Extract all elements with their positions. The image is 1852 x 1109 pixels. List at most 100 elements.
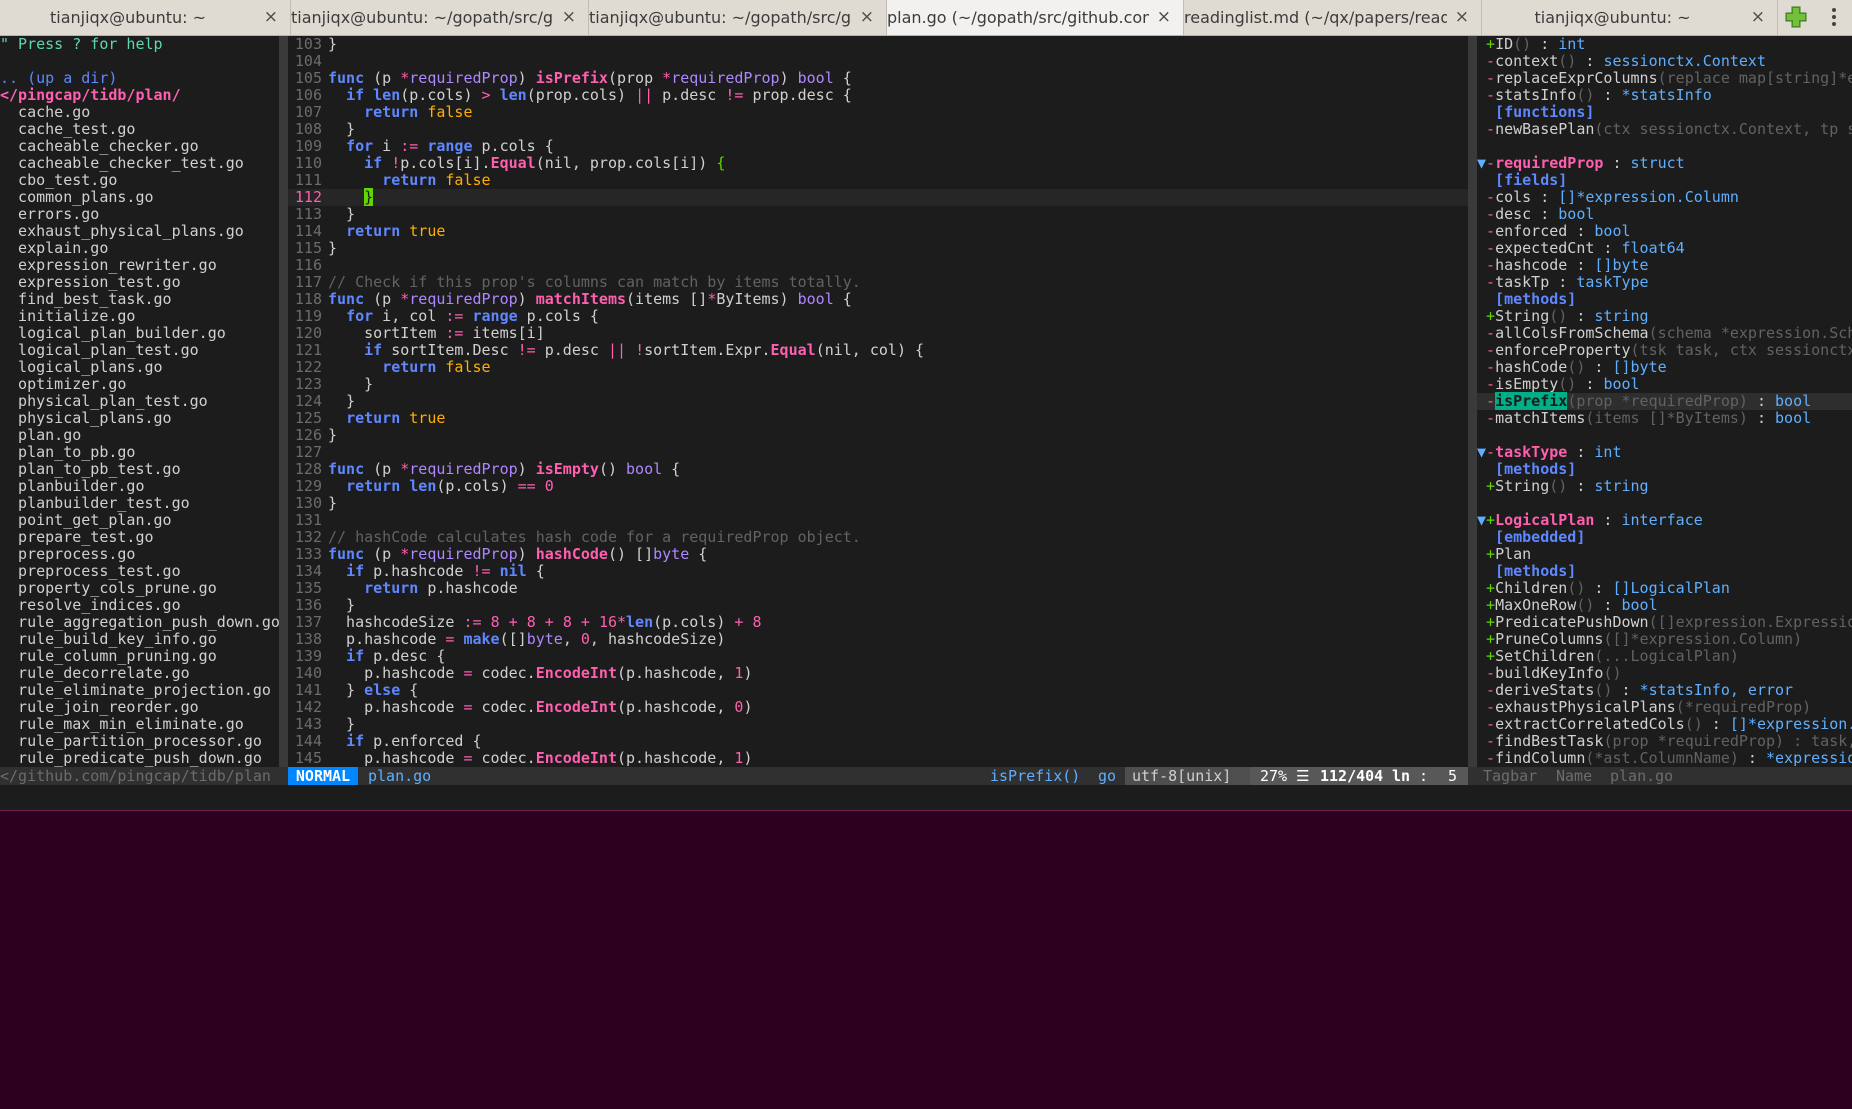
tagbar-item[interactable]: -hashcode : []byte bbox=[1477, 257, 1852, 274]
tagbar-item[interactable]: [functions] bbox=[1477, 104, 1852, 121]
code-line[interactable]: 124 } bbox=[288, 393, 1468, 410]
tagbar-item[interactable]: -matchItems(items []*ByItems) : bool bbox=[1477, 410, 1852, 427]
code-line[interactable]: 132 // hashCode calculates hash code for … bbox=[288, 529, 1468, 546]
close-icon[interactable]: × bbox=[264, 0, 278, 35]
tagbar-item[interactable]: ▼-requiredProp : struct bbox=[1477, 155, 1852, 172]
tagbar-item[interactable]: -exhaustPhysicalPlans(*requiredProp) bbox=[1477, 699, 1852, 716]
nerdtree-file-item[interactable]: resolve_indices.go bbox=[0, 597, 279, 614]
code-line[interactable]: 122 return false bbox=[288, 359, 1468, 376]
tab-terminal-home[interactable]: tianjiqx@ubuntu: ~ × bbox=[0, 0, 291, 35]
tagbar-item[interactable]: [methods] bbox=[1477, 291, 1852, 308]
code-line[interactable]: 125 return true bbox=[288, 410, 1468, 427]
code-line[interactable]: 113 } bbox=[288, 206, 1468, 223]
tagbar-item[interactable]: -findBestTask(prop *requiredProp) : task… bbox=[1477, 733, 1852, 750]
nerdtree-current-dir[interactable]: </pingcap/tidb/plan/ bbox=[0, 87, 279, 104]
code-line[interactable]: 103} bbox=[288, 36, 1468, 53]
nerdtree-file-item[interactable]: expression_rewriter.go bbox=[0, 257, 279, 274]
tagbar-item[interactable] bbox=[1477, 427, 1852, 444]
tagbar-item[interactable]: -enforceProperty(tsk task, ctx sessionct… bbox=[1477, 342, 1852, 359]
code-line[interactable]: 127 bbox=[288, 444, 1468, 461]
tagbar-item[interactable]: +PruneColumns([]*expression.Column) bbox=[1477, 631, 1852, 648]
code-line[interactable]: 107 return false bbox=[288, 104, 1468, 121]
tagbar-item[interactable]: -replaceExprColumns(replace map[string]*… bbox=[1477, 70, 1852, 87]
tagbar-item[interactable]: -deriveStats() : *statsInfo, error bbox=[1477, 682, 1852, 699]
code-line[interactable]: 104 bbox=[288, 53, 1468, 70]
tagbar-item[interactable]: -desc : bool bbox=[1477, 206, 1852, 223]
tagbar-item[interactable]: -newBasePlan(ctx sessionctx.Context, tp … bbox=[1477, 121, 1852, 138]
nerdtree-file-item[interactable]: cacheable_checker.go bbox=[0, 138, 279, 155]
tagbar-item[interactable]: +Children() : []LogicalPlan bbox=[1477, 580, 1852, 597]
code-line-current[interactable]: 112 } bbox=[288, 188, 1468, 206]
code-line[interactable]: 118 func (p *requiredProp) matchItems(ite… bbox=[288, 291, 1468, 308]
nerdtree-file-item[interactable]: prepare_test.go bbox=[0, 529, 279, 546]
tab-terminal-tidb-1[interactable]: tianjiqx@ubuntu: ~/gopath/src/github.com… bbox=[291, 0, 589, 35]
code-line[interactable]: 131 bbox=[288, 512, 1468, 529]
code-line[interactable]: 126} bbox=[288, 427, 1468, 444]
code-line[interactable]: 141 } else { bbox=[288, 682, 1468, 699]
nerdtree-file-item[interactable]: plan_to_pb.go bbox=[0, 444, 279, 461]
nerdtree-file-item[interactable]: common_plans.go bbox=[0, 189, 279, 206]
code-line[interactable]: 120 sortItem := items[i] bbox=[288, 325, 1468, 342]
nerdtree-file-item[interactable]: rule_eliminate_projection.go bbox=[0, 682, 279, 699]
code-line[interactable]: 139 if p.desc { bbox=[288, 648, 1468, 665]
nerdtree-file-item[interactable]: errors.go bbox=[0, 206, 279, 223]
tagbar-item[interactable]: [methods] bbox=[1477, 461, 1852, 478]
tagbar-item[interactable]: +Plan bbox=[1477, 546, 1852, 563]
code-line[interactable]: 111 return false bbox=[288, 172, 1468, 189]
tagbar-item[interactable]: -buildKeyInfo() bbox=[1477, 665, 1852, 682]
code-line[interactable]: 133 func (p *requiredProp) hashCode() []b… bbox=[288, 546, 1468, 563]
code-line[interactable]: 144 if p.enforced { bbox=[288, 733, 1468, 750]
nerdtree-file-item[interactable]: rule_column_pruning.go bbox=[0, 648, 279, 665]
nerdtree-file-item[interactable]: explain.go bbox=[0, 240, 279, 257]
tagbar-item[interactable] bbox=[1477, 495, 1852, 512]
tagbar-item[interactable]: +String() : string bbox=[1477, 478, 1852, 495]
vim-command-line[interactable] bbox=[0, 785, 1852, 810]
code-line[interactable]: 119 for i, col := range p.cols { bbox=[288, 308, 1468, 325]
code-line[interactable]: 135 return p.hashcode bbox=[288, 580, 1468, 597]
tagbar-item[interactable]: -expectedCnt : float64 bbox=[1477, 240, 1852, 257]
nerdtree-file-item[interactable]: cache.go bbox=[0, 104, 279, 121]
split-divider[interactable] bbox=[1468, 36, 1477, 767]
tagbar-item[interactable]: [fields] bbox=[1477, 172, 1852, 189]
nerdtree-file-item[interactable]: expression_test.go bbox=[0, 274, 279, 291]
code-line[interactable]: 121 if sortItem.Desc != p.desc || !sortI… bbox=[288, 342, 1468, 359]
nerdtree-file-item[interactable]: physical_plan_test.go bbox=[0, 393, 279, 410]
tagbar-item[interactable]: -extractCorrelatedCols() : []*expression… bbox=[1477, 716, 1852, 733]
nerdtree-up-dir[interactable]: .. (up a dir) bbox=[0, 70, 279, 87]
code-line[interactable]: 145 p.hashcode = codec.EncodeInt(p.hashc… bbox=[288, 750, 1468, 767]
code-line[interactable]: 136 } bbox=[288, 597, 1468, 614]
tab-plan-go-vim[interactable]: plan.go (~/gopath/src/github.com/pingcap… bbox=[887, 0, 1184, 35]
nerdtree-file-item[interactable]: rule_join_reorder.go bbox=[0, 699, 279, 716]
tagbar-item[interactable]: -enforced : bool bbox=[1477, 223, 1852, 240]
code-line[interactable]: 108 } bbox=[288, 121, 1468, 138]
tagbar-item[interactable]: [embedded] bbox=[1477, 529, 1852, 546]
nerdtree-file-item[interactable]: planbuilder_test.go bbox=[0, 495, 279, 512]
tagbar-item[interactable] bbox=[1477, 138, 1852, 155]
tagbar-item[interactable]: ▼+LogicalPlan : interface bbox=[1477, 512, 1852, 529]
nerdtree-file-item[interactable]: logical_plans.go bbox=[0, 359, 279, 376]
tagbar-item[interactable]: +String() : string bbox=[1477, 308, 1852, 325]
nerdtree-file-item[interactable]: rule_predicate_push_down.go bbox=[0, 750, 279, 767]
code-line[interactable]: 134 if p.hashcode != nil { bbox=[288, 563, 1468, 580]
code-editor[interactable]: 103} 104 105 func (p *requiredProp) isPrefi… bbox=[288, 36, 1468, 767]
code-line[interactable]: 123 } bbox=[288, 376, 1468, 393]
nerdtree-file-item[interactable]: rule_partition_processor.go bbox=[0, 733, 279, 750]
nerdtree-file-item[interactable]: physical_plans.go bbox=[0, 410, 279, 427]
tagbar-item[interactable]: -allColsFromSchema(schema *expression.Sc… bbox=[1477, 325, 1852, 342]
code-line[interactable]: 130} bbox=[288, 495, 1468, 512]
code-line[interactable]: 142 p.hashcode = codec.EncodeInt(p.hashc… bbox=[288, 699, 1468, 716]
tagbar-item[interactable]: ▼-taskType : int bbox=[1477, 444, 1852, 461]
code-line[interactable]: 116 bbox=[288, 257, 1468, 274]
nerdtree-file-item[interactable]: logical_plan_builder.go bbox=[0, 325, 279, 342]
code-line[interactable]: 109 for i := range p.cols { bbox=[288, 138, 1468, 155]
close-icon[interactable]: × bbox=[1157, 0, 1171, 35]
nerdtree-panel[interactable]: " Press ? for help .. (up a dir) </pingc… bbox=[0, 36, 279, 767]
nerdtree-file-item[interactable]: planbuilder.go bbox=[0, 478, 279, 495]
code-line[interactable]: 129 return len(p.cols) == 0 bbox=[288, 478, 1468, 495]
nerdtree-file-item[interactable]: logical_plan_test.go bbox=[0, 342, 279, 359]
tagbar-item[interactable]: +ID() : int bbox=[1477, 36, 1852, 53]
nerdtree-file-item[interactable]: plan_to_pb_test.go bbox=[0, 461, 279, 478]
tagbar-item[interactable]: +PredicatePushDown([]expression.Expressi… bbox=[1477, 614, 1852, 631]
close-icon[interactable]: × bbox=[1751, 0, 1765, 35]
code-line[interactable]: 128 func (p *requiredProp) isEmpty() bool… bbox=[288, 461, 1468, 478]
